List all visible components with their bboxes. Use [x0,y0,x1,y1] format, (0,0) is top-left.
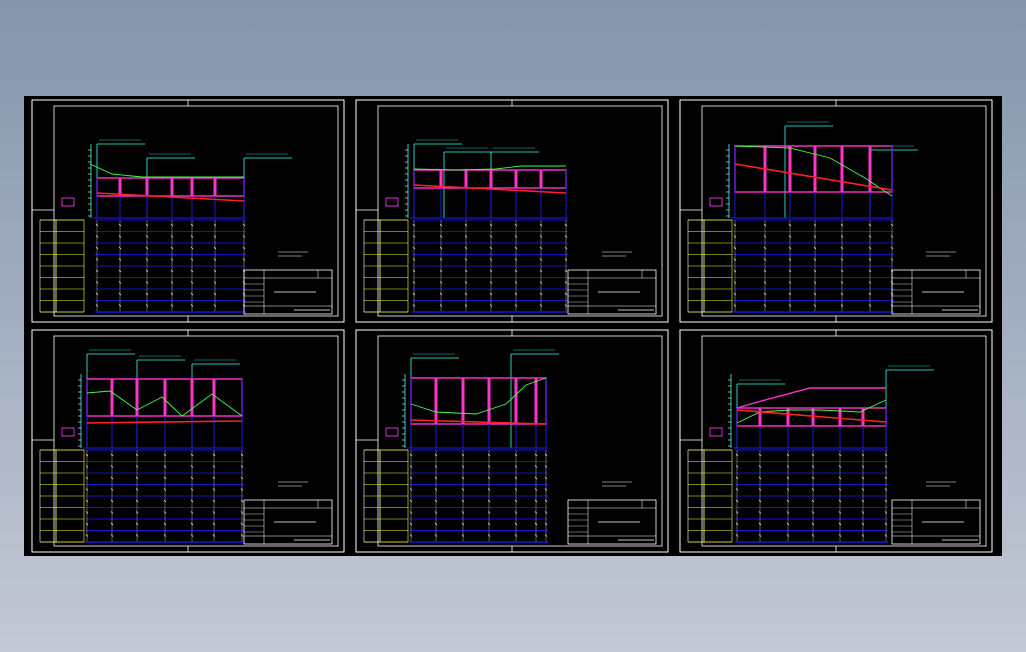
sheet-2[interactable] [355,99,669,323]
drawing-viewport[interactable] [24,96,1002,556]
terrain-line [89,163,244,178]
profile-pile [487,378,491,424]
profile-pile [145,178,149,196]
profile-pile [758,408,762,426]
sheet-3[interactable] [679,99,993,323]
profile-pile [813,146,817,192]
level-marker [385,427,399,437]
sheet-inner-frame [377,105,663,317]
profile-pile [534,378,538,424]
profile-pile [514,378,518,424]
sheet-inner-frame [701,335,987,547]
level-marker [61,427,75,437]
sheet-inner-frame [53,335,339,547]
profile-pile [213,178,217,196]
profile-pile [110,379,114,416]
terrain-line [410,377,547,415]
sheet-inner-frame [701,105,987,317]
profile-pile [788,146,792,192]
profile-pile [840,146,844,192]
sheet-6[interactable] [679,329,993,553]
level-marker [61,197,75,207]
level-marker [709,197,723,207]
profile-pile [868,146,872,192]
profile-pile [163,379,167,416]
profile-arch [736,387,886,409]
design-line [86,420,243,424]
profile-pile [489,170,493,188]
profile-pile [539,170,543,188]
profile-pile [514,170,518,188]
profile-pile [190,379,194,416]
profile-pile [786,408,790,426]
level-marker [385,197,399,207]
sheet-1[interactable] [31,99,345,323]
sheet-5[interactable] [355,329,669,553]
profile-pile [118,178,122,196]
profile-pile [464,170,468,188]
sheet-inner-frame [377,335,663,547]
cad-canvas[interactable] [24,96,1002,556]
profile-pile [439,170,443,188]
profile-pile [190,178,194,196]
profile-pile [461,378,465,424]
profile-pile [434,378,438,424]
profile-pile [170,178,174,196]
level-marker [709,427,723,437]
profile-pile [212,379,216,416]
sheet-4[interactable] [31,329,345,553]
